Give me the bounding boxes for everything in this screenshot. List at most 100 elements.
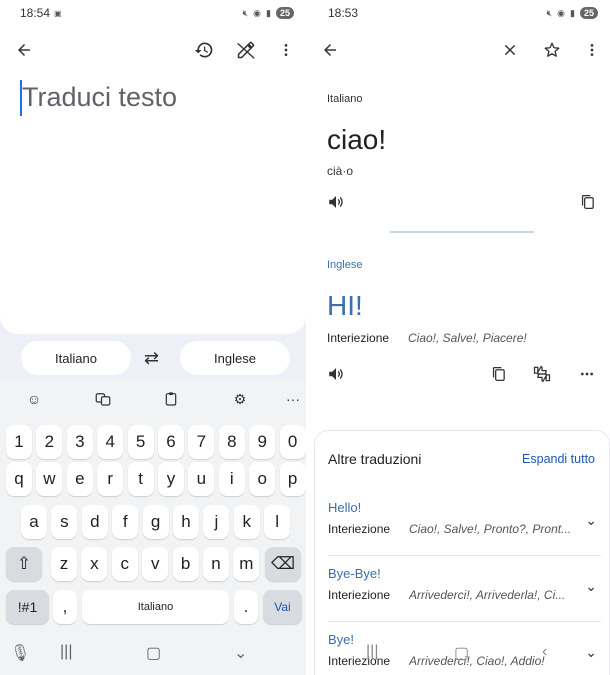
key[interactable]: e (66, 462, 93, 496)
listen-source-button[interactable] (322, 186, 350, 218)
key[interactable]: d (81, 505, 108, 539)
source-language-button[interactable]: Italiano (21, 341, 131, 375)
recent-apps-button[interactable]: ||| (366, 643, 378, 661)
chevron-down-icon[interactable]: ⌄ (585, 578, 597, 595)
key[interactable]: p (279, 462, 306, 496)
key[interactable]: h (173, 505, 199, 539)
more-horiz-icon (581, 372, 593, 376)
key[interactable]: c (111, 547, 138, 581)
alt-word: Hello! (328, 500, 362, 515)
key[interactable]: 2 (36, 425, 63, 459)
key[interactable]: 9 (249, 425, 276, 459)
clipboard-icon (165, 392, 177, 406)
key[interactable]: 7 (188, 425, 215, 459)
key[interactable]: 5 (127, 425, 154, 459)
text-input-area[interactable]: 18:54 ▣ 🔇︎ ◉ ▮ 25 Traduci testo (0, 0, 306, 334)
screenshot-icon: ▣ (54, 8, 62, 18)
system-nav-bar: ||| ▢ ‹ (308, 635, 610, 675)
key[interactable]: u (188, 462, 215, 496)
back-nav-button[interactable]: ‹ (542, 643, 547, 661)
home-button[interactable]: ▢ (454, 643, 469, 663)
key[interactable]: 3 (66, 425, 93, 459)
drag-handle[interactable] (390, 231, 534, 233)
keyboard-row-numbers: 1234567890 (0, 425, 306, 459)
app-bar (308, 34, 610, 66)
period-key[interactable]: . (234, 590, 258, 624)
home-icon: ▢ (454, 645, 470, 662)
key[interactable]: f (112, 505, 139, 539)
clear-button[interactable] (496, 34, 524, 66)
shift-key[interactable]: ⇧ (6, 547, 42, 581)
key[interactable]: t (127, 462, 154, 496)
key[interactable]: q (6, 462, 32, 496)
key[interactable]: 8 (218, 425, 245, 459)
arrow-back-icon (18, 44, 30, 56)
key[interactable]: m (233, 547, 260, 581)
key[interactable]: j (203, 505, 230, 539)
swap-languages-button[interactable]: ⇄ (144, 348, 159, 369)
status-time: 18:53 (328, 6, 359, 20)
key[interactable]: 6 (158, 425, 184, 459)
symbols-key[interactable]: !#1 (6, 590, 49, 624)
microphone-button[interactable]: 🎙︎ (10, 643, 30, 663)
target-language-button[interactable]: Inglese (180, 341, 290, 375)
listen-translation-button[interactable] (322, 358, 350, 390)
copy-source-button[interactable] (573, 186, 601, 218)
backspace-key[interactable]: ⌫ (265, 547, 301, 581)
feedback-button[interactable] (528, 358, 556, 390)
back-button[interactable] (316, 34, 344, 66)
keyboard-more-button[interactable]: ··· (282, 388, 304, 410)
key[interactable]: g (142, 505, 169, 539)
chevron-down-icon[interactable]: ⌄ (585, 512, 597, 529)
key[interactable]: k (233, 505, 260, 539)
comma-key[interactable]: , (53, 590, 77, 624)
key[interactable]: v (142, 547, 169, 581)
recent-apps-button[interactable]: ||| (60, 643, 72, 661)
key[interactable]: 1 (6, 425, 32, 459)
key[interactable]: y (158, 462, 184, 496)
key[interactable]: n (203, 547, 229, 581)
key[interactable]: z (51, 547, 77, 581)
status-time: 18:54 (20, 6, 51, 20)
space-key[interactable]: Italiano (82, 590, 229, 624)
key[interactable]: r (97, 462, 124, 496)
app-bar (0, 34, 306, 66)
translation-more-button[interactable] (573, 358, 601, 390)
emoji-button[interactable]: ☺ (23, 388, 45, 410)
history-button[interactable] (190, 34, 218, 66)
more-options-button[interactable] (578, 34, 606, 66)
keyboard-settings-button[interactable]: ⚙ (229, 388, 251, 410)
expand-all-button[interactable]: Espandi tutto (522, 452, 595, 466)
back-button[interactable] (10, 34, 38, 66)
hide-keyboard-button[interactable]: ⌄ (234, 643, 247, 663)
copy-icon (492, 366, 505, 382)
key[interactable]: 0 (279, 425, 306, 459)
input-screen: 18:54 ▣ 🔇︎ ◉ ▮ 25 Traduci testo Italiano… (0, 0, 306, 675)
key[interactable]: o (249, 462, 276, 496)
more-options-button[interactable] (272, 34, 300, 66)
home-button[interactable]: ▢ (146, 643, 161, 663)
keyboard-row-bottom: !#1 , Italiano . Vai (0, 590, 306, 624)
wifi-icon: ◉ (253, 7, 262, 18)
key[interactable]: w (36, 462, 63, 496)
key[interactable]: i (218, 462, 245, 496)
key[interactable]: 4 (97, 425, 124, 459)
key[interactable]: l (264, 505, 291, 539)
clipboard-button[interactable] (160, 388, 182, 410)
key[interactable]: x (81, 547, 108, 581)
go-key[interactable]: Vai (263, 590, 302, 624)
other-translation-item[interactable]: Bye-Bye! Interiezione Arrivederci!, Arrive… (315, 566, 609, 632)
backspace-icon: ⌫ (270, 554, 296, 573)
key[interactable]: b (172, 547, 199, 581)
key[interactable]: a (21, 505, 47, 539)
save-favorite-button[interactable] (538, 34, 566, 66)
translate-keyboard-button[interactable] (92, 388, 114, 410)
speaker-icon (329, 368, 343, 380)
key[interactable]: s (51, 505, 78, 539)
handwriting-button[interactable] (232, 34, 260, 66)
shift-icon: ⇧ (16, 554, 32, 573)
copy-translation-button[interactable] (484, 358, 512, 390)
speaker-icon (329, 196, 343, 208)
other-translation-item[interactable]: Hello! Interiezione Ciao!, Salve!, Pronto?… (315, 500, 609, 566)
part-of-speech: Interiezione (327, 331, 390, 345)
